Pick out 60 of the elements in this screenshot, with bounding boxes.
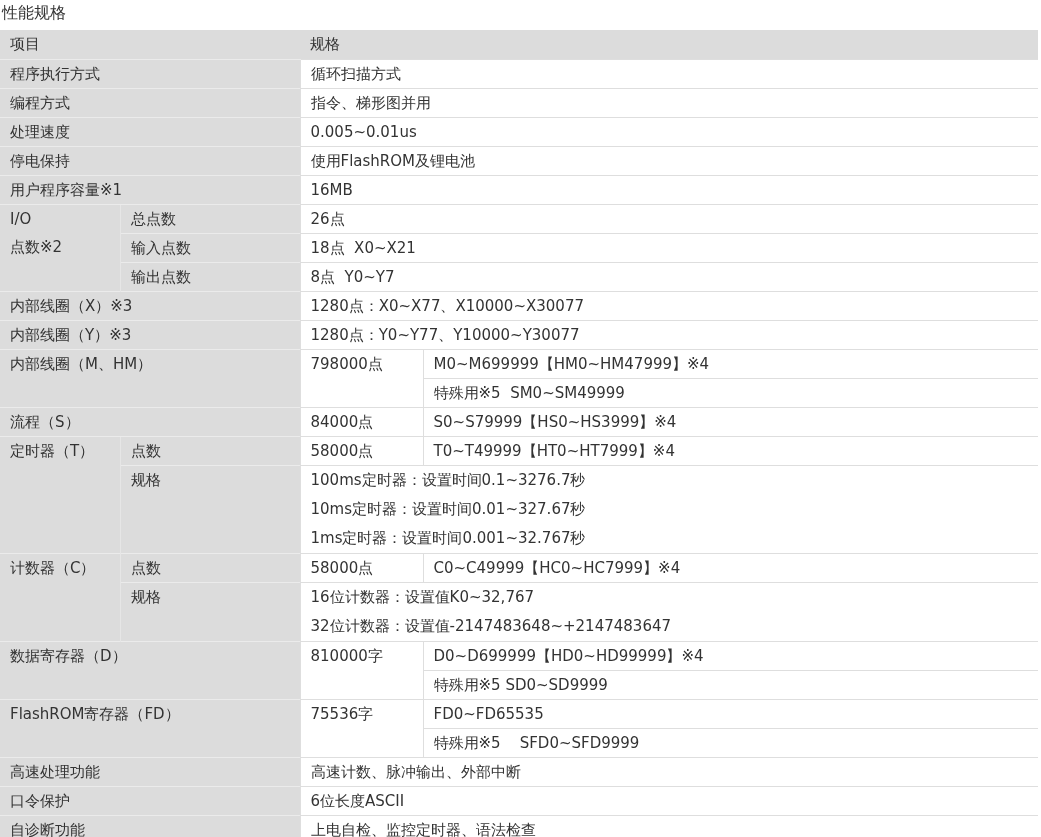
table-cell: M0~M699999【HM0~HM47999】※4	[423, 349, 1038, 378]
page-title: 性能规格	[0, 2, 67, 24]
cell-text: 100ms定时器：设置时间0.1~3276.7秒	[310, 469, 587, 491]
cell-text: 1ms定时器：设置时间0.001~32.767秒	[310, 527, 587, 549]
table-cell: 自诊断功能	[0, 815, 300, 837]
table-cell: 规格	[120, 465, 300, 553]
table-cell: 点数	[120, 553, 300, 582]
table-cell: 处理速度	[0, 117, 300, 146]
table-cell: 1280点：Y0~Y77、Y10000~Y30077	[300, 320, 1038, 349]
table-cell: 26点	[300, 204, 1038, 233]
table-cell: 810000字	[300, 641, 423, 699]
table-cell: I/O 点数※2	[0, 204, 120, 291]
table-cell: 18点 X0~X21	[300, 233, 1038, 262]
table-cell: 798000点	[300, 349, 423, 407]
table-cell: 高速处理功能	[0, 757, 300, 786]
table-cell: 数据寄存器（D）	[0, 641, 300, 699]
table-cell: 定时器（T）	[0, 436, 120, 553]
table-cell: 流程（S）	[0, 407, 300, 436]
table-cell: 用户程序容量※1	[0, 175, 300, 204]
table-cell: 1280点：X0~X77、X10000~X30077	[300, 291, 1038, 320]
table-cell: 高速计数、脉冲输出、外部中断	[300, 757, 1038, 786]
table-cell: 内部线圈（X）※3	[0, 291, 300, 320]
column-header: 项目	[0, 30, 300, 59]
table-cell: 输入点数	[120, 233, 300, 262]
table-cell: FD0~FD65535	[423, 699, 1038, 728]
table-cell: 58000点	[300, 553, 423, 582]
table-cell: S0~S79999【HS0~HS3999】※4	[423, 407, 1038, 436]
cell-text: 32位计数器：设置值-2147483648~+2147483647	[310, 615, 672, 637]
table-cell: 使用FlashROM及锂电池	[300, 146, 1038, 175]
table-cell: FlashROM寄存器（FD）	[0, 699, 300, 757]
table-cell: 58000点	[300, 436, 423, 465]
table-cell: 特殊用※5 SD0~SD9999	[423, 670, 1038, 699]
table-cell: 计数器（C）	[0, 553, 120, 641]
table-cell: 特殊用※5 SFD0~SFD9999	[423, 728, 1038, 757]
table-cell: 点数	[120, 436, 300, 465]
table-cell: 编程方式	[0, 88, 300, 117]
table-cell: 内部线圈（Y）※3	[0, 320, 300, 349]
cell-text: 16位计数器：设置值K0~32,767	[310, 586, 536, 608]
table-cell: 程序执行方式	[0, 59, 300, 88]
table-cell: 8点 Y0~Y7	[300, 262, 1038, 291]
table-cell: 指令、梯形图并用	[300, 88, 1038, 117]
table-cell: 0.005~0.01us	[300, 117, 1038, 146]
cell-text: 10ms定时器：设置时间0.01~327.67秒	[310, 498, 587, 520]
table-cell: 6位长度ASCII	[300, 786, 1038, 815]
table-cell: C0~C49999【HC0~HC7999】※4	[423, 553, 1038, 582]
table-cell: 75536字	[300, 699, 423, 757]
table-cell: 内部线圈（M、HM）	[0, 349, 300, 407]
table-cell: 16MB	[300, 175, 1038, 204]
table-cell: 84000点	[300, 407, 423, 436]
column-header: 规格	[300, 30, 1038, 59]
table-cell: 规格	[120, 582, 300, 641]
table-cell: 输出点数	[120, 262, 300, 291]
table-cell: 特殊用※5 SM0~SM49999	[423, 378, 1038, 407]
table-cell: 上电自检、监控定时器、语法检查	[300, 815, 1038, 837]
table-cell: 总点数	[120, 204, 300, 233]
table-cell: 口令保护	[0, 786, 300, 815]
table-cell: 循环扫描方式	[300, 59, 1038, 88]
table-cell: T0~T49999【HT0~HT7999】※4	[423, 436, 1038, 465]
table-cell: 停电保持	[0, 146, 300, 175]
table-cell: D0~D699999【HD0~HD99999】※4	[423, 641, 1038, 670]
